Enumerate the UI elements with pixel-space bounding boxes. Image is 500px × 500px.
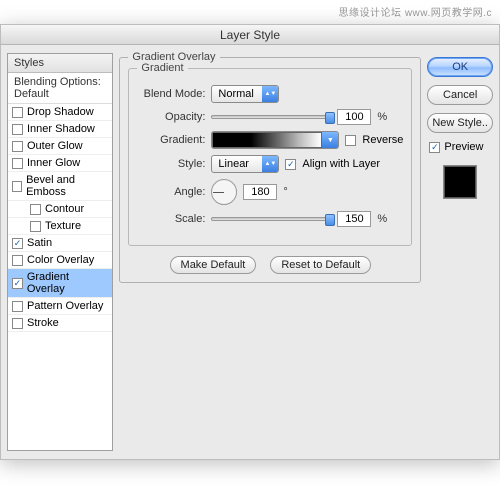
style-checkbox[interactable] — [12, 318, 23, 329]
style-row-outer-glow[interactable]: Outer Glow — [8, 138, 112, 155]
angle-field[interactable]: 180 — [243, 184, 277, 200]
reset-default-button[interactable]: Reset to Default — [270, 256, 371, 274]
opacity-unit: % — [377, 111, 387, 123]
style-checkbox[interactable] — [30, 221, 41, 232]
style-label: Color Overlay — [27, 254, 94, 266]
blending-options-row[interactable]: Blending Options: Default — [8, 73, 112, 104]
scale-label: Scale: — [137, 213, 205, 225]
style-label: Inner Shadow — [27, 123, 95, 135]
style-row-satin[interactable]: ✓ Satin — [8, 235, 112, 252]
style-label: Pattern Overlay — [27, 300, 103, 312]
preview-swatch — [443, 165, 477, 199]
align-label: Align with Layer — [302, 158, 380, 170]
subgroup-legend: Gradient — [137, 62, 187, 74]
scale-field[interactable]: 150 — [337, 211, 371, 227]
style-label: Style: — [137, 158, 205, 170]
updown-icon: ▲▼ — [262, 156, 278, 172]
styles-header[interactable]: Styles — [8, 54, 112, 73]
style-row-contour[interactable]: Contour — [8, 201, 112, 218]
opacity-field[interactable]: 100 — [337, 109, 371, 125]
style-label: Texture — [45, 220, 81, 232]
style-row-bevel-and-emboss[interactable]: Bevel and Emboss — [8, 172, 112, 201]
style-label: Outer Glow — [27, 140, 83, 152]
cancel-button[interactable]: Cancel — [427, 85, 493, 105]
make-default-button[interactable]: Make Default — [170, 256, 257, 274]
style-checkbox[interactable]: ✓ — [12, 278, 23, 289]
gradient-overlay-group: Gradient Overlay Gradient Blend Mode: No… — [119, 57, 421, 283]
dialog-title: Layer Style — [1, 25, 499, 45]
style-label: Bevel and Emboss — [26, 174, 108, 198]
angle-label: Angle: — [137, 186, 205, 198]
style-row-inner-shadow[interactable]: Inner Shadow — [8, 121, 112, 138]
scale-slider[interactable] — [211, 217, 331, 221]
gradient-preview-strip — [212, 132, 322, 148]
angle-unit: ° — [283, 186, 287, 198]
gradient-picker[interactable]: ▼ — [211, 131, 339, 149]
style-checkbox[interactable] — [12, 181, 22, 192]
settings-panel: Gradient Overlay Gradient Blend Mode: No… — [119, 53, 421, 451]
angle-dial[interactable] — [211, 179, 237, 205]
gradient-subgroup: Gradient Blend Mode: Normal ▲▼ Opacity: … — [128, 68, 412, 246]
style-value: Linear — [212, 158, 262, 170]
style-row-texture[interactable]: Texture — [8, 218, 112, 235]
style-checkbox[interactable] — [12, 301, 23, 312]
style-row-color-overlay[interactable]: Color Overlay — [8, 252, 112, 269]
style-select[interactable]: Linear ▲▼ — [211, 155, 279, 173]
style-checkbox[interactable] — [12, 124, 23, 135]
scale-unit: % — [377, 213, 387, 225]
style-checkbox[interactable] — [12, 158, 23, 169]
style-label: Stroke — [27, 317, 59, 329]
opacity-slider[interactable] — [211, 115, 331, 119]
new-style-button[interactable]: New Style.. — [427, 113, 493, 133]
watermark-text: 思缘设计论坛 www.网页教学网.c — [339, 4, 492, 19]
blend-mode-label: Blend Mode: — [137, 88, 205, 100]
style-row-pattern-overlay[interactable]: Pattern Overlay — [8, 298, 112, 315]
reverse-label: Reverse — [362, 134, 403, 146]
style-row-inner-glow[interactable]: Inner Glow — [8, 155, 112, 172]
gradient-label: Gradient: — [137, 134, 205, 146]
style-row-gradient-overlay[interactable]: ✓ Gradient Overlay — [8, 269, 112, 298]
preview-checkbox[interactable]: ✓ — [429, 142, 440, 153]
style-label: Drop Shadow — [27, 106, 94, 118]
opacity-label: Opacity: — [137, 111, 205, 123]
right-button-panel: OK Cancel New Style.. ✓ Preview — [427, 53, 493, 451]
style-label: Gradient Overlay — [27, 271, 109, 295]
chevron-down-icon: ▼ — [322, 132, 338, 148]
blend-mode-select[interactable]: Normal ▲▼ — [211, 85, 279, 103]
style-checkbox[interactable] — [30, 204, 41, 215]
reverse-checkbox[interactable] — [345, 135, 356, 146]
style-row-stroke[interactable]: Stroke — [8, 315, 112, 332]
preview-label: Preview — [444, 141, 483, 153]
style-checkbox[interactable] — [12, 141, 23, 152]
style-row-drop-shadow[interactable]: Drop Shadow — [8, 104, 112, 121]
styles-panel: Styles Blending Options: Default Drop Sh… — [7, 53, 113, 451]
style-checkbox[interactable]: ✓ — [12, 238, 23, 249]
style-checkbox[interactable] — [12, 107, 23, 118]
style-label: Inner Glow — [27, 157, 80, 169]
layer-style-dialog: Layer Style Styles Blending Options: Def… — [0, 24, 500, 460]
blend-mode-value: Normal — [212, 88, 262, 100]
ok-button[interactable]: OK — [427, 57, 493, 77]
updown-icon: ▲▼ — [262, 86, 278, 102]
style-label: Contour — [45, 203, 84, 215]
align-checkbox[interactable]: ✓ — [285, 159, 296, 170]
style-checkbox[interactable] — [12, 255, 23, 266]
style-label: Satin — [27, 237, 52, 249]
